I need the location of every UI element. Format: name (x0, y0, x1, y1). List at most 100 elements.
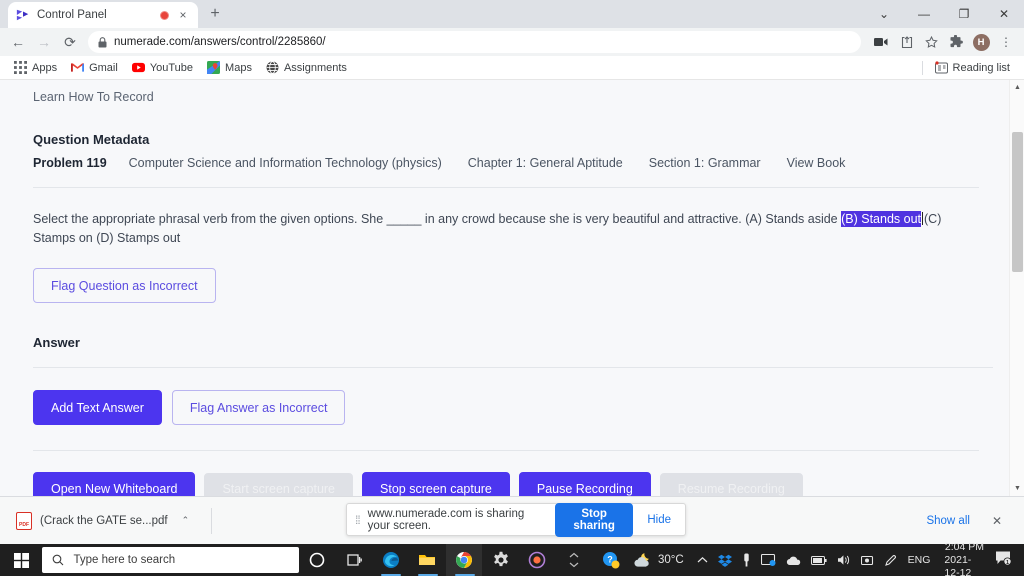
windows-taskbar: Type here to search ? 30°C ENG 2:04 PM 2… (0, 541, 1024, 576)
svg-text:1: 1 (1006, 560, 1009, 566)
youtube-icon (131, 62, 145, 73)
notification-icon: 1 (995, 551, 1012, 566)
forward-icon[interactable]: → (32, 30, 56, 54)
display-icon[interactable] (756, 544, 781, 576)
scroll-up-arrow-icon[interactable]: ▲ (1010, 80, 1024, 95)
sharing-message: www.numerade.com is sharing your screen. (367, 507, 525, 532)
chevron-up-icon[interactable] (692, 544, 713, 576)
tab-search-chevron-icon[interactable]: ⌄ (864, 0, 904, 28)
chrome-icon (455, 552, 472, 568)
chrome-menu-icon[interactable]: ⋮ (994, 30, 1018, 54)
show-all-downloads-button[interactable]: Show all (914, 509, 981, 533)
toolbar-right-icons: H ⋮ (869, 30, 1018, 54)
view-book-link[interactable]: View Book (787, 156, 846, 170)
question-text: Select the appropriate phrasal verb from… (33, 210, 963, 248)
bookmark-youtube[interactable]: YouTube (126, 59, 199, 76)
metadata-section[interactable]: Section 1: Grammar (649, 156, 761, 170)
flag-question-button[interactable]: Flag Question as Incorrect (33, 268, 216, 303)
search-icon (53, 554, 64, 566)
divider (211, 507, 213, 534)
bookmark-assignments[interactable]: Assignments (260, 59, 353, 76)
battery-icon[interactable] (806, 544, 832, 576)
add-text-answer-button[interactable]: Add Text Answer (33, 390, 162, 425)
flag-answer-button[interactable]: Flag Answer as Incorrect (171, 390, 346, 425)
taskbar-item-task-view[interactable] (336, 544, 373, 576)
maximize-button[interactable]: ❐ (944, 0, 984, 28)
bookmark-maps[interactable]: Maps (201, 59, 258, 76)
address-bar[interactable]: numerade.com/answers/control/2285860/ (88, 31, 861, 53)
new-tab-button[interactable]: + (202, 1, 228, 27)
download-item[interactable]: (Crack the GATE se...pdf ⌃ (12, 508, 199, 534)
drag-handle-icon[interactable]: ⁞⁞ (355, 513, 361, 527)
selected-text-highlight[interactable]: (B) Stands out (841, 211, 922, 227)
star-icon[interactable] (919, 30, 943, 54)
volume-icon[interactable] (832, 544, 856, 576)
start-button[interactable] (0, 544, 42, 576)
settings-icon (493, 551, 508, 567)
learn-how-to-record-link[interactable]: Learn How To Record (33, 90, 963, 104)
hide-sharing-bar-button[interactable]: Hide (641, 514, 677, 526)
camera-icon[interactable] (856, 544, 879, 576)
reading-list-button[interactable]: Reading list (929, 59, 1016, 76)
open-new-whiteboard-button[interactable]: Open New Whiteboard (33, 472, 196, 496)
onedrive-icon[interactable] (781, 544, 806, 576)
taskbar-item-file-explorer[interactable] (409, 544, 446, 576)
avatar-initial: H (972, 33, 990, 51)
taskbar-item-edge[interactable] (372, 544, 409, 576)
scrollbar-thumb[interactable] (1012, 132, 1023, 272)
screen: Control Panel × + ⌄ — ❐ ✕ ← → ⟳ numerade… (0, 0, 1024, 576)
page-scrollbar[interactable]: ▲ ▼ (1009, 80, 1024, 496)
taskbar-item-settings[interactable] (482, 544, 519, 576)
url-text: numerade.com/answers/control/2285860/ (114, 36, 326, 48)
avatar[interactable]: H (969, 30, 993, 54)
flag-question-row: Flag Question as Incorrect (33, 268, 963, 303)
task-view-icon (347, 554, 362, 566)
notification-center-button[interactable]: 1 (991, 550, 1020, 571)
weather-widget[interactable]: 30°C (629, 552, 692, 568)
taskbar-scroll-arrows[interactable] (556, 544, 593, 576)
browser-toolbar: ← → ⟳ numerade.com/answers/control/22858… (0, 28, 1024, 56)
temperature-text: 30°C (657, 554, 684, 566)
chevron-up-icon[interactable]: ⌃ (182, 515, 190, 526)
dropbox-icon[interactable] (713, 544, 737, 576)
close-shelf-icon[interactable]: ✕ (982, 510, 1012, 532)
stop-screen-capture-button[interactable]: Stop screen capture (362, 472, 510, 496)
pen-icon[interactable] (879, 544, 901, 576)
window-close-button[interactable]: ✕ (984, 0, 1024, 28)
taskbar-search-placeholder: Type here to search (73, 554, 176, 566)
metadata-chapter[interactable]: Chapter 1: General Aptitude (468, 156, 623, 170)
file-explorer-icon (419, 555, 436, 565)
lock-icon (98, 36, 107, 47)
metadata-subject[interactable]: Computer Science and Information Technol… (129, 156, 442, 170)
close-icon[interactable]: × (176, 8, 190, 22)
stop-sharing-button[interactable]: Stop sharing (554, 502, 634, 537)
usb-icon[interactable] (737, 544, 756, 576)
minimize-button[interactable]: — (904, 0, 944, 28)
taskbar-search-box[interactable]: Type here to search (42, 547, 299, 573)
taskbar-clock[interactable]: 2:04 PM 2021-12-12 (937, 541, 991, 576)
taskbar-item-chrome[interactable] (445, 544, 483, 576)
browser-tab-title: Control Panel (37, 9, 107, 21)
question-metadata-row: Problem 119 Computer Science and Informa… (33, 156, 963, 170)
puzzle-icon[interactable] (944, 30, 968, 54)
bookmark-gmail[interactable]: Gmail (65, 59, 124, 76)
bookmarks-bar: Apps Gmail YouTube Maps Assignments Read… (0, 56, 1024, 80)
taskbar-item-media-player[interactable] (519, 544, 556, 576)
media-player-icon (528, 551, 546, 569)
scroll-down-arrow-icon[interactable]: ▼ (1010, 481, 1024, 496)
gmail-icon (71, 63, 85, 72)
problem-number: Problem 119 (33, 156, 107, 170)
cast-icon[interactable] (869, 30, 893, 54)
pause-recording-button[interactable]: Pause Recording (518, 472, 651, 496)
browser-tab[interactable]: Control Panel × (8, 2, 198, 28)
bookmark-apps[interactable]: Apps (8, 59, 63, 76)
language-indicator[interactable]: ENG (901, 554, 938, 566)
reload-icon[interactable]: ⟳ (58, 30, 82, 54)
bookmark-label: Apps (32, 61, 58, 74)
taskbar-item-cortana[interactable] (299, 544, 336, 576)
answer-heading: Answer (33, 335, 80, 350)
taskbar-item-help[interactable]: ? (592, 544, 629, 576)
back-icon[interactable]: ← (6, 30, 30, 54)
bookmark-label: YouTube (149, 61, 194, 74)
share-icon[interactable] (894, 30, 918, 54)
